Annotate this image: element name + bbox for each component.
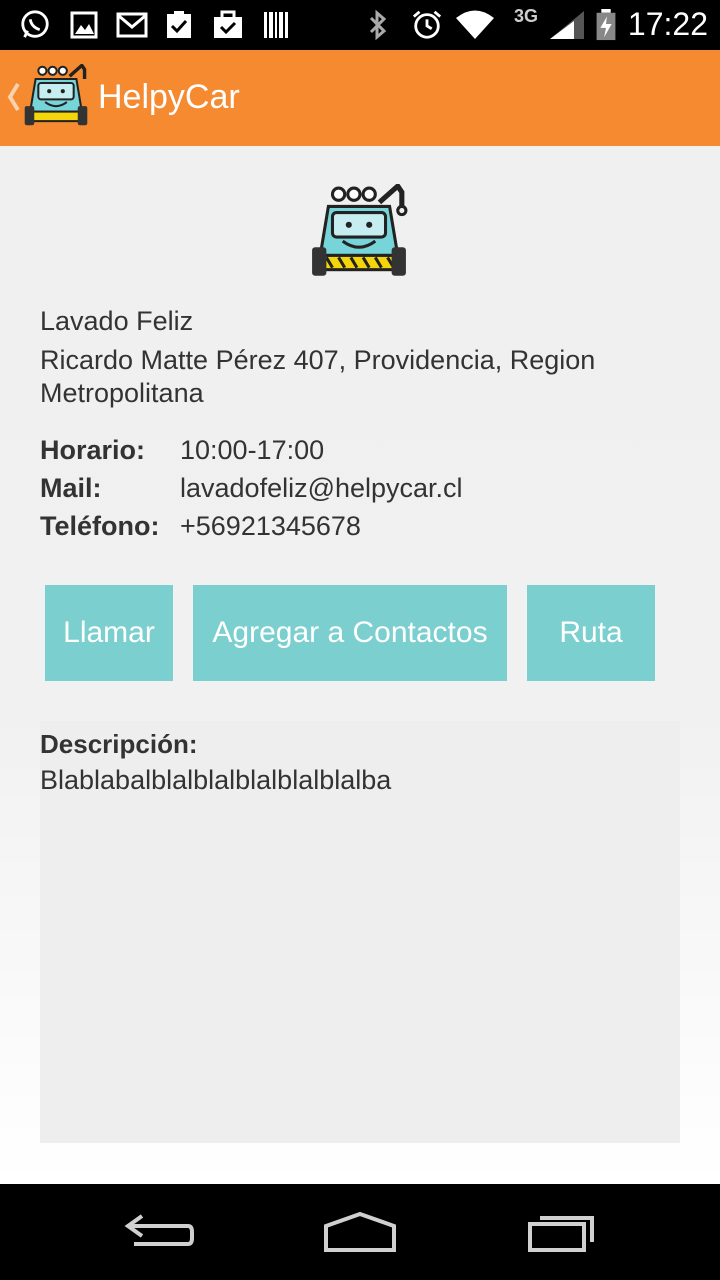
recents-icon[interactable] xyxy=(526,1210,598,1254)
description-label: Descripción: xyxy=(40,729,198,759)
status-bar: 3G 17:22 xyxy=(0,0,720,50)
route-button[interactable]: Ruta xyxy=(527,585,655,681)
alarm-icon xyxy=(412,10,442,39)
description-text: Blablabalblalblalblalblalblalba xyxy=(40,765,392,795)
bluetooth-icon xyxy=(369,9,387,41)
business-address: Ricardo Matte Pérez 407, Providencia, Re… xyxy=(40,345,596,408)
call-button[interactable]: Llamar xyxy=(45,585,173,681)
horario-value: 10:00-17:00 xyxy=(180,435,325,465)
whatsapp-icon xyxy=(21,10,49,38)
gmail-icon xyxy=(116,12,148,38)
business-name: Lavado Feliz xyxy=(40,306,194,336)
mail-value: lavadofeliz@helpycar.cl xyxy=(180,473,463,503)
description-box: Descripción: Blablabalblalblalblalblalbl… xyxy=(40,721,680,1143)
app-title: HelpyCar xyxy=(98,78,240,116)
business-detail-content: Lavado Feliz Ricardo Matte Pérez 407, Pr… xyxy=(0,146,720,1184)
tow-truck-logo-icon[interactable] xyxy=(22,64,90,132)
add-contacts-button[interactable]: Agregar a Contactos xyxy=(193,585,507,681)
telefono-label: Teléfono: xyxy=(40,511,160,541)
tow-truck-logo-icon xyxy=(312,184,408,276)
wifi-icon xyxy=(456,10,494,39)
task-check-icon xyxy=(167,11,191,38)
signal-icon xyxy=(550,11,584,39)
barcode-icon xyxy=(264,12,288,38)
clock: 17:22 xyxy=(627,6,708,42)
telefono-value: +56921345678 xyxy=(180,511,361,541)
navigation-bar xyxy=(0,1184,720,1280)
home-icon[interactable] xyxy=(322,1210,398,1254)
gallery-icon xyxy=(70,11,98,39)
up-arrow-icon[interactable] xyxy=(6,80,20,114)
mail-label: Mail: xyxy=(40,473,102,503)
action-bar: HelpyCar xyxy=(0,50,720,146)
battery-icon xyxy=(596,9,616,41)
network-type: 3G xyxy=(514,6,539,26)
briefcase-check-icon xyxy=(214,10,242,38)
back-icon[interactable] xyxy=(124,1210,196,1254)
mail-row: Mail: lavadofeliz@helpycar.cl xyxy=(40,473,463,504)
horario-label: Horario: xyxy=(40,435,146,465)
horario-row: Horario: 10:00-17:00 xyxy=(40,435,324,466)
telefono-row: Teléfono: +56921345678 xyxy=(40,511,361,542)
